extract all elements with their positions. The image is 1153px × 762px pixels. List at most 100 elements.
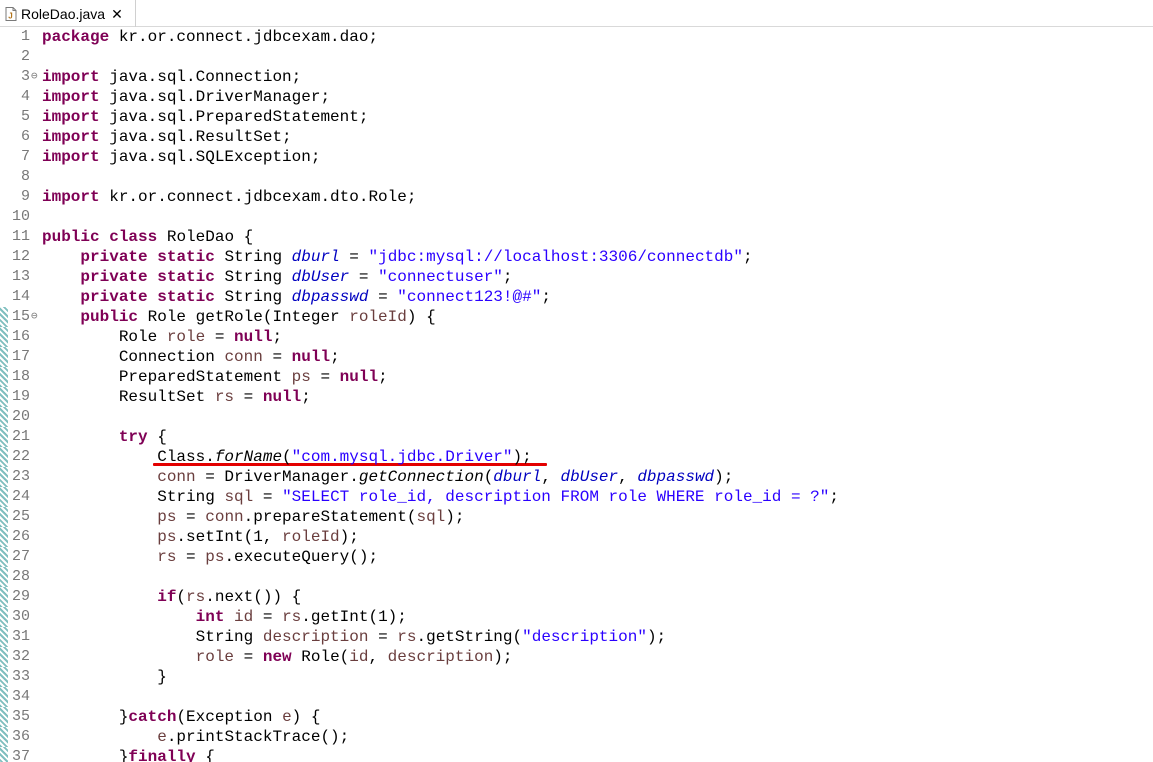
code-token: .getString( (416, 628, 523, 646)
code-token: Role (42, 328, 167, 346)
line-number: 17 (11, 348, 30, 365)
code-token: private (80, 268, 148, 286)
tab-roledao-java[interactable]: J RoleDao.java ✕ (0, 0, 136, 27)
code-line[interactable]: 24 String sql = "SELECT role_id, descrip… (0, 487, 1153, 507)
code-line[interactable]: 6 import java.sql.ResultSet; (0, 127, 1153, 147)
code-token: sql (416, 508, 446, 526)
code-line[interactable]: 36 e.printStackTrace(); (0, 727, 1153, 747)
line-number: 13 (11, 268, 30, 285)
code-line[interactable]: 8 (0, 167, 1153, 187)
code-token: ; (378, 368, 388, 386)
line-number: 6 (20, 128, 30, 145)
code-line[interactable]: 16 Role role = null; (0, 327, 1153, 347)
code-line[interactable]: 23 conn = DriverManager.getConnection(db… (0, 467, 1153, 487)
line-number: 18 (11, 368, 30, 385)
code-line[interactable]: 20 (0, 407, 1153, 427)
code-token: id (349, 648, 369, 666)
code-line[interactable]: 33 } (0, 667, 1153, 687)
code-line[interactable]: 9 import kr.or.connect.jdbcexam.dto.Role; (0, 187, 1153, 207)
line-number: 25 (11, 508, 30, 525)
code-token: null (291, 348, 331, 366)
fold-icon[interactable]: ⊖ (31, 307, 41, 327)
fold-icon[interactable]: ⊖ (31, 67, 41, 87)
code-token: import (42, 108, 100, 126)
code-token: ; (301, 388, 311, 406)
code-text: import java.sql.DriverManager; (42, 87, 330, 107)
code-line[interactable]: 14 private static String dbpasswd = "con… (0, 287, 1153, 307)
code-line[interactable]: 22 Class.forName("com.mysql.jdbc.Driver"… (0, 447, 1153, 467)
code-line[interactable]: 12 private static String dburl = "jdbc:m… (0, 247, 1153, 267)
code-token: PreparedStatement (42, 368, 292, 386)
code-token: Role getRole(Integer (138, 308, 350, 326)
code-line[interactable]: 28 (0, 567, 1153, 587)
code-line[interactable]: 4 import java.sql.DriverManager; (0, 87, 1153, 107)
code-token: = (368, 288, 398, 306)
code-token: , (541, 468, 561, 486)
code-text: package kr.or.connect.jdbcexam.dao; (42, 27, 378, 47)
code-line[interactable]: 11 public class RoleDao { (0, 227, 1153, 247)
code-token: roleId (349, 308, 407, 326)
code-text: }finally { (42, 747, 215, 762)
code-line[interactable]: 18 PreparedStatement ps = null; (0, 367, 1153, 387)
line-number: 36 (11, 728, 30, 745)
code-token: } (42, 708, 129, 726)
code-token: java.sql.ResultSet; (99, 128, 292, 146)
code-token: ); (339, 528, 359, 546)
code-line[interactable]: 29 if(rs.next()) { (0, 587, 1153, 607)
code-line[interactable]: 27 rs = ps.executeQuery(); (0, 547, 1153, 567)
code-token: ; (272, 328, 283, 346)
code-text: Connection conn = null; (42, 347, 340, 367)
code-line[interactable]: 10 (0, 207, 1153, 227)
code-token: ) { (291, 708, 321, 726)
line-number: 14 (11, 288, 30, 305)
code-line[interactable]: 3 ⊖ import java.sql.Connection; (0, 67, 1153, 87)
code-token: kr.or.connect.jdbcexam.dao; (109, 28, 379, 46)
code-line[interactable]: 21 try { (0, 427, 1153, 447)
code-line[interactable]: 13 private static String dbUser = "conne… (0, 267, 1153, 287)
code-token: = (262, 348, 292, 366)
code-line[interactable]: 17 Connection conn = null; (0, 347, 1153, 367)
code-token: static (157, 268, 215, 286)
code-text: role = new Role(id, description); (42, 647, 513, 667)
code-token: null (262, 388, 302, 406)
code-line[interactable]: 7 import java.sql.SQLException; (0, 147, 1153, 167)
code-line[interactable]: 32 role = new Role(id, description); (0, 647, 1153, 667)
code-line[interactable]: 26 ps.setInt(1, roleId); (0, 527, 1153, 547)
java-file-icon: J (5, 6, 17, 21)
code-line[interactable]: 15 ⊖ public Role getRole(Integer roleId) … (0, 307, 1153, 327)
code-line[interactable]: 37 }finally { (0, 747, 1153, 762)
line-number: 34 (11, 688, 30, 705)
code-line[interactable]: 31 String description = rs.getString("de… (0, 627, 1153, 647)
line-number: 9 (20, 188, 30, 205)
code-token: import (42, 68, 100, 86)
line-number: 16 (11, 328, 30, 345)
code-line[interactable]: 34 (0, 687, 1153, 707)
code-token: "description" (522, 628, 647, 646)
code-token: getConnection (358, 468, 484, 486)
line-number: 11 (11, 228, 30, 245)
line-number: 12 (11, 248, 30, 265)
code-editor[interactable]: 1 package kr.or.connect.jdbcexam.dao; 2 3 ⊖ i… (0, 27, 1153, 762)
close-icon[interactable]: ✕ (111, 7, 123, 21)
code-token: .prepareStatement( (243, 508, 417, 526)
code-line[interactable]: 2 (0, 47, 1153, 67)
code-line[interactable]: 25 ps = conn.prepareStatement(sql); (0, 507, 1153, 527)
code-token: String (214, 248, 292, 266)
code-line[interactable]: 30 int id = rs.getInt(1); (0, 607, 1153, 627)
code-line[interactable]: 35 }catch(Exception e) { (0, 707, 1153, 727)
line-number: 23 (11, 468, 30, 485)
code-line[interactable]: 19 ResultSet rs = null; (0, 387, 1153, 407)
code-text: import java.sql.Connection; (42, 67, 301, 87)
code-token: = (205, 328, 235, 346)
code-token: id (234, 608, 254, 626)
code-line[interactable]: 1 package kr.or.connect.jdbcexam.dao; (0, 27, 1153, 47)
line-number: 1 (20, 28, 30, 45)
code-line[interactable]: 5 import java.sql.PreparedStatement; (0, 107, 1153, 127)
